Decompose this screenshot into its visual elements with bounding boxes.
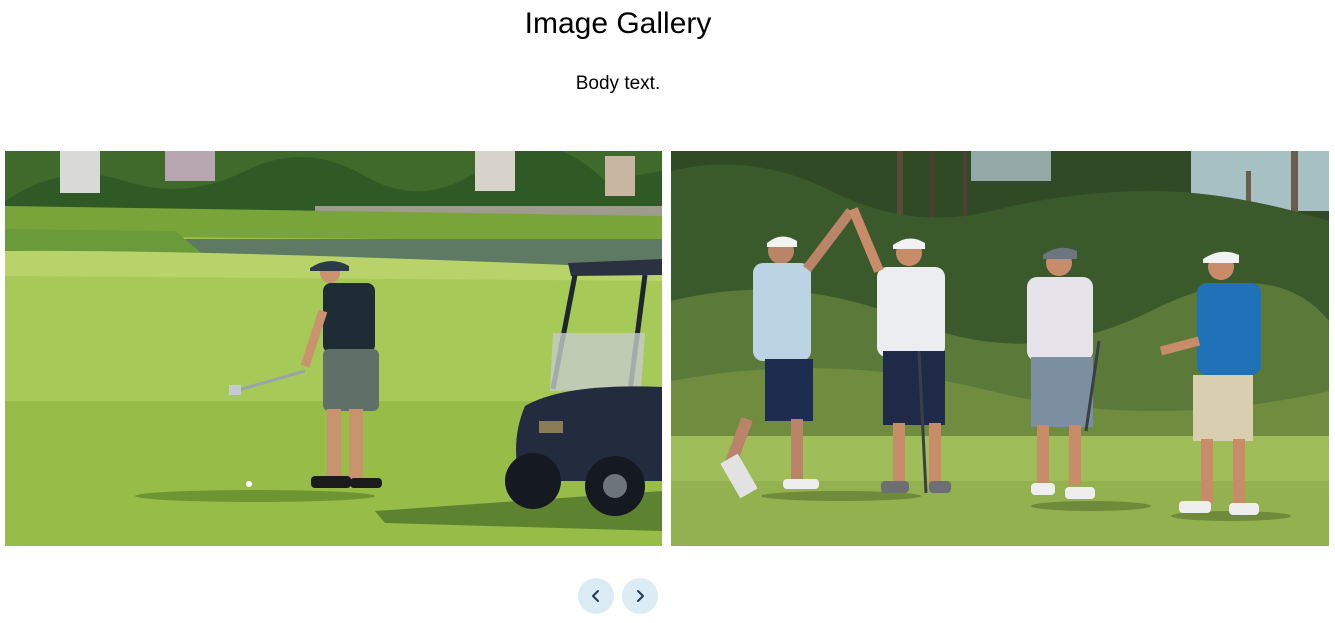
body-text: Body text. (575, 73, 661, 94)
golf-photo-high-five-icon (671, 151, 1329, 546)
gallery-image-golfer-cart[interactable] (5, 151, 662, 546)
page-title: Image Gallery (524, 7, 712, 40)
gallery-next-button[interactable] (622, 578, 658, 614)
golf-photo-golfer-cart-icon (5, 151, 662, 546)
chevron-left-icon (592, 590, 599, 602)
image-gallery (5, 151, 1329, 546)
gallery-prev-button[interactable] (578, 578, 614, 614)
chevron-right-icon (637, 590, 644, 602)
gallery-image-high-five[interactable] (671, 151, 1329, 546)
